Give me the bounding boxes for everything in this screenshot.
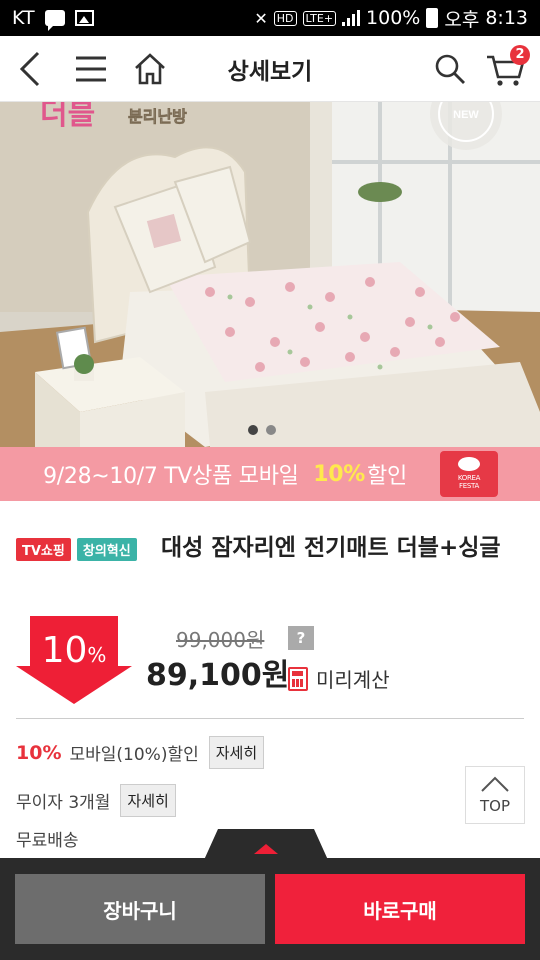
divider [16,718,524,719]
search-button[interactable] [430,36,470,102]
hamburger-icon [76,56,106,82]
scroll-top-label: TOP [479,797,510,815]
discount-rate: 10% [16,630,132,671]
festa-logo: KOREA FESTA [440,451,498,497]
discount-unit: % [87,643,107,667]
scroll-top-button[interactable]: TOP [465,766,525,824]
shipping-row: 무료배송 [16,826,79,851]
promo-text: 9/28~10/7 TV상품 모바일 [43,464,306,489]
battery-percent: 100% [366,7,421,29]
mobile-discount-detail-button[interactable]: 자세히 [208,736,265,769]
home-icon [135,53,165,85]
carousel-dot-2[interactable] [266,425,276,435]
chevron-up-icon [481,776,509,792]
calculator-label: 미리계산 [316,668,390,692]
mattress-bedroom-photo: 더블 분리난방 NEW [0,102,540,447]
mobile-discount-pct: 10% [16,741,62,764]
price-calculator-button[interactable]: 미리계산 [288,664,390,693]
hero-brand-text: 더블 [40,102,95,131]
cart-count-badge: 2 [510,45,530,65]
discount-number: 10 [41,630,88,671]
chevron-left-icon [19,51,40,87]
price-help-button[interactable]: ? [288,626,314,650]
calculator-icon [288,666,308,691]
cart-button[interactable]: 2 [482,36,530,102]
product-image[interactable]: 더블 분리난방 NEW [0,102,540,447]
gallery-icon [74,10,94,26]
promo-highlight: 10% [313,461,366,487]
hero-sub-text: 분리난방 [128,108,187,126]
menu-button[interactable] [70,36,112,102]
festa-line1: KOREA [457,474,481,482]
carousel-dots[interactable] [248,425,276,435]
tag-innovation: 창의혁신 [76,538,137,561]
battery-icon [426,8,439,28]
hd-badge: HD [273,10,297,26]
installment-row: 무이자 3개월 자세히 [16,784,176,817]
mobile-discount-row: 10% 모바일(10%)할인 자세히 [16,736,265,769]
product-tags: TV쇼핑 창의혁신 [16,538,137,561]
new-badge: NEW [453,109,479,121]
app-header: 상세보기 2 [0,36,540,102]
time-label: 8:13 [485,7,528,29]
buy-now-button[interactable]: 바로구매 [275,874,525,944]
installment-text: 무이자 3개월 [16,793,111,813]
message-icon [44,10,65,31]
add-to-cart-button[interactable]: 장바구니 [15,874,265,944]
search-icon [435,54,465,84]
signal-icon [342,10,361,26]
tag-tv-shopping: TV쇼핑 [16,538,71,561]
collapse-tab[interactable] [204,829,328,860]
carrier-label: KT [12,7,35,29]
home-button[interactable] [128,36,172,102]
shipping-text: 무료배송 [16,831,79,851]
promo-text-after: 할인 [367,464,407,489]
sale-price: 89,100원 [146,658,290,693]
carousel-dot-1[interactable] [248,425,258,435]
status-bar: KT ✕ HD LTE+ 100% 오후 8:13 [0,0,540,36]
promo-banner[interactable]: 9/28~10/7 TV상품 모바일 10% 할인 KOREA FESTA [0,447,540,501]
mute-icon: ✕ [254,8,268,28]
original-price: 99,000원 [176,628,265,652]
festa-line2: FESTA [459,482,479,490]
lte-badge: LTE+ [302,10,337,26]
installment-detail-button[interactable]: 자세히 [120,784,176,817]
back-button[interactable] [10,36,50,102]
mobile-discount-text: 모바일(10%)할인 [69,745,199,765]
time-ampm: 오후 [444,8,480,31]
